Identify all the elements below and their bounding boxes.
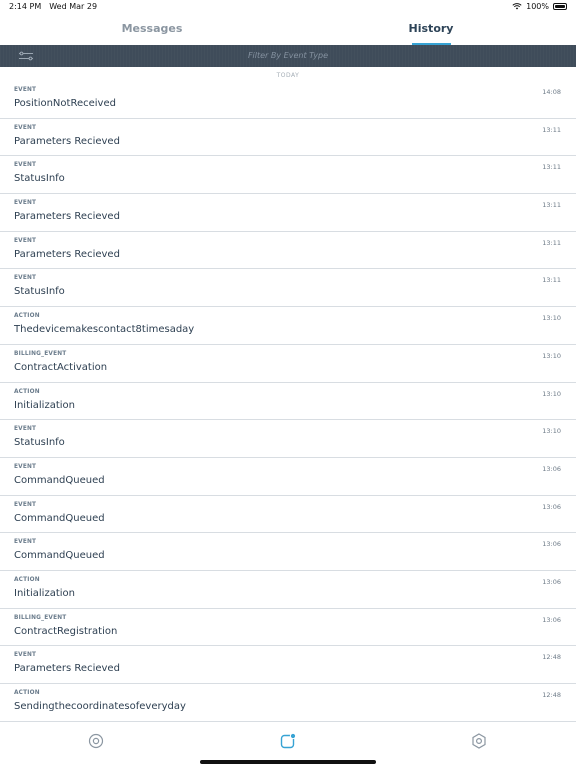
list-item[interactable]: ACTION Sendingthecoordinatesofeveryday 12:…	[0, 684, 576, 722]
item-title: Thedevicemakescontact8timesaday	[14, 324, 195, 336]
list-item[interactable]: EVENT PositionNotReceived 14:08	[0, 81, 576, 119]
item-title: CommandQueued	[14, 550, 105, 562]
list-item[interactable]: ACTION Thedevicemakescontact8timesaday 13:…	[0, 307, 576, 345]
item-type-label: EVENT	[14, 162, 37, 169]
item-time: 13:10	[542, 427, 561, 436]
item-time: 13:06	[542, 464, 561, 473]
item-time: 13:11	[542, 201, 561, 210]
bottom-nav	[0, 723, 576, 768]
item-time: 13:06	[542, 540, 561, 549]
item-time: 13:06	[542, 577, 561, 586]
list-item[interactable]: ACTION Initialization 13:06	[0, 571, 576, 609]
item-title: Parameters Recieved	[14, 663, 120, 675]
history-list[interactable]: TODAY EVENT PositionNotReceived 14:08 EVENT…	[0, 67, 576, 723]
battery-icon	[553, 3, 567, 10]
item-type-label: EVENT	[14, 501, 37, 508]
list-item[interactable]: ACTION Initialization 13:10	[0, 383, 576, 421]
item-title: CommandQueued	[14, 474, 105, 486]
item-type-label: EVENT	[14, 463, 37, 470]
item-title: Parameters Recieved	[14, 248, 120, 260]
item-time: 12:48	[542, 691, 561, 699]
list-item[interactable]: EVENT StatusInfo 13:11	[0, 269, 576, 308]
home-indicator	[200, 760, 376, 764]
list-item[interactable]: EVENT CommandQueued 13:06	[0, 496, 576, 534]
list-item[interactable]: EVENT CommandQueued 13:06	[0, 533, 576, 571]
list-item[interactable]: EVENT StatusInfo 13:11	[0, 156, 576, 195]
item-title: StatusInfo	[14, 286, 65, 298]
item-title: PositionNotReceived	[14, 98, 116, 109]
battery-percent: 100%	[526, 2, 549, 11]
item-title: Initialization	[14, 587, 75, 599]
top-tabs: Messages History	[0, 14, 576, 45]
item-time: 13:11	[542, 125, 561, 134]
item-type-label: ACTION	[14, 388, 40, 395]
item-time: 12:48	[542, 653, 561, 662]
item-title: ContractActivation	[14, 361, 108, 373]
item-time: 13:11	[542, 238, 561, 247]
item-type-label: ACTION	[14, 313, 40, 320]
item-title: CommandQueued	[14, 512, 105, 524]
item-type-label: ACTION	[14, 690, 40, 696]
item-title: Parameters Recieved	[14, 211, 120, 223]
item-type-label: EVENT	[14, 237, 37, 244]
item-time: 13:10	[542, 351, 561, 360]
item-type-label: EVENT	[14, 124, 37, 131]
item-type-label: EVENT	[14, 200, 37, 207]
list-item[interactable]: EVENT CommandQueued 13:06	[0, 458, 576, 496]
item-title: StatusInfo	[14, 173, 65, 185]
filter-bar[interactable]: Filter By Event Type	[0, 45, 576, 67]
item-type-label: EVENT	[14, 87, 37, 93]
item-title: Sendingthecoordinatesofeveryday	[14, 701, 186, 712]
list-item[interactable]: EVENT StatusInfo 13:10	[0, 420, 576, 458]
item-type-label: ACTION	[14, 576, 40, 583]
item-time: 13:10	[542, 389, 561, 398]
list-item[interactable]: EVENT Parameters Recieved 13:11	[0, 119, 576, 157]
status-time: 2:14 PM	[9, 2, 42, 11]
item-type-label: EVENT	[14, 652, 37, 659]
item-title: Initialization	[14, 399, 75, 411]
tab-history[interactable]: History	[391, 22, 471, 35]
list-item[interactable]: BILLING_EVENT ContractActivation 13:10	[0, 345, 576, 383]
item-time: 13:10	[542, 314, 561, 323]
list-item[interactable]: EVENT Parameters Recieved 13:11	[0, 194, 576, 232]
item-time: 13:06	[542, 615, 561, 624]
tab-messages[interactable]: Messages	[112, 22, 192, 35]
item-type-label: EVENT	[14, 275, 37, 282]
list-item[interactable]: BILLING_EVENT ContractRegistration 13:06	[0, 609, 576, 647]
item-time: 13:11	[542, 276, 561, 285]
item-type-label: EVENT	[14, 426, 37, 433]
target-icon[interactable]	[88, 733, 104, 749]
item-type-label: BILLING_EVENT	[14, 350, 67, 357]
item-type-label: EVENT	[14, 539, 37, 546]
item-time: 14:08	[542, 88, 561, 96]
item-type-label: BILLING_EVENT	[14, 614, 67, 621]
list-item[interactable]: EVENT Parameters Recieved 13:11	[0, 232, 576, 270]
item-time: 13:06	[542, 502, 561, 511]
item-title: StatusInfo	[14, 437, 65, 449]
section-header-today: TODAY	[276, 72, 300, 79]
list-item[interactable]: EVENT Parameters Recieved 12:48	[0, 646, 576, 684]
item-title: Parameters Recieved	[14, 135, 120, 147]
status-bar: 2:14 PM Wed Mar 29 100%	[0, 0, 576, 14]
wifi-icon	[512, 3, 522, 10]
item-title: ContractRegistration	[14, 625, 118, 637]
filter-placeholder[interactable]: Filter By Event Type	[0, 51, 576, 60]
status-date: Wed Mar 29	[49, 2, 98, 11]
item-time: 13:11	[542, 163, 561, 172]
notification-square-icon[interactable]	[280, 733, 296, 749]
hexagon-settings-icon[interactable]	[471, 733, 487, 749]
